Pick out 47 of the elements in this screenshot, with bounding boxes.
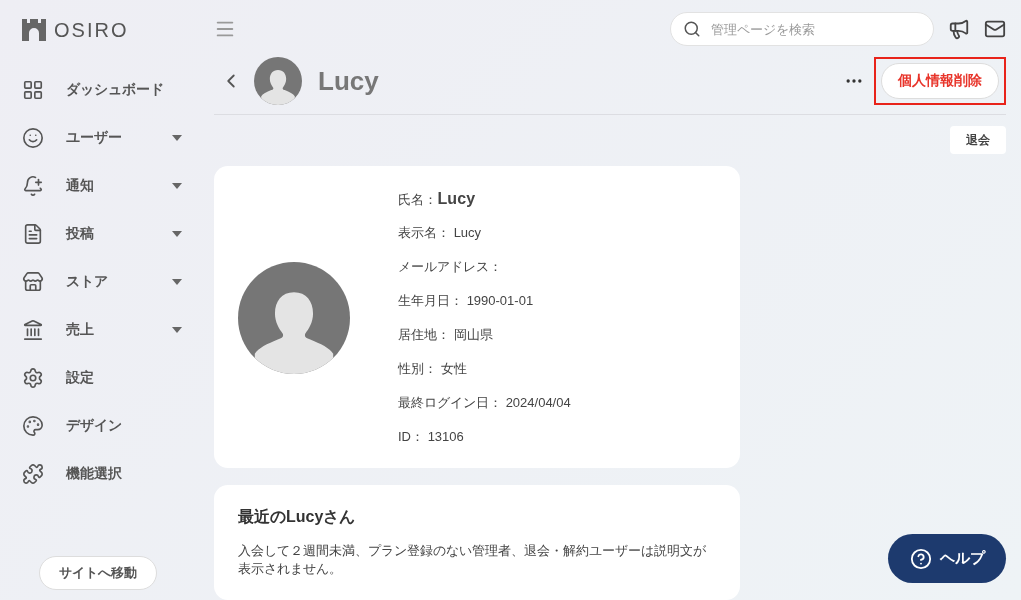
profile-field: メールアドレス：: [398, 256, 571, 278]
help-button[interactable]: ヘルプ: [888, 534, 1006, 583]
visit-site-button[interactable]: サイトへ移動: [39, 556, 157, 590]
megaphone-icon[interactable]: [948, 18, 970, 40]
castle-logo-icon: [22, 19, 46, 41]
profile-field: 氏名：Lucy: [398, 188, 571, 210]
sidebar-item[interactable]: ストア: [22, 258, 210, 306]
puzzle-icon: [22, 463, 44, 485]
caret-icon: [172, 135, 182, 141]
sidebar-item[interactable]: 売上: [22, 306, 210, 354]
mail-icon[interactable]: [984, 18, 1006, 40]
palette-icon: [22, 415, 44, 437]
delete-personal-info-button[interactable]: 個人情報削除: [881, 63, 999, 99]
sidebar-item[interactable]: 機能選択: [22, 450, 210, 498]
bell-icon: [22, 175, 44, 197]
sidebar-item[interactable]: 設定: [22, 354, 210, 402]
sidebar-item[interactable]: ユーザー: [22, 114, 210, 162]
search-bar[interactable]: 管理ページを検索: [670, 12, 934, 46]
caret-icon: [172, 231, 182, 237]
profile-field: 最終ログイン日： 2024/04/04: [398, 392, 571, 414]
sidebar-item[interactable]: ダッシュボード: [22, 66, 210, 114]
document-icon: [22, 223, 44, 245]
user-name: Lucy: [318, 65, 380, 97]
settings-icon: [22, 367, 44, 389]
avatar: [254, 57, 302, 105]
store-icon: [22, 271, 44, 293]
profile-field: ID： 13106: [398, 426, 571, 448]
help-icon: [909, 547, 932, 570]
recent-text: 入会して２週間未満、プラン登録のない管理者、退会・解約ユーザーは説明文が表示されません。: [238, 542, 707, 578]
sidebar-item[interactable]: 投稿: [22, 210, 210, 258]
profile-field: 生年月日： 1990-01-01: [398, 290, 571, 312]
caret-icon: [172, 279, 182, 285]
caret-icon: [172, 327, 182, 333]
search-icon: [683, 20, 701, 38]
withdraw-button[interactable]: 退会: [950, 126, 1006, 154]
profile-field: 表示名： Lucy: [398, 222, 571, 244]
profile-field: 居住地： 岡山県: [398, 324, 571, 346]
logo-text: OSIRO: [54, 18, 129, 42]
recent-title: 最近のLucyさん: [238, 507, 357, 527]
caret-icon: [172, 183, 182, 189]
grid-icon: [22, 79, 44, 101]
profile-field: 性別： 女性: [398, 358, 571, 380]
search-field[interactable]: 管理ページを検索: [709, 20, 921, 38]
sidebar-item[interactable]: デザイン: [22, 402, 210, 450]
bank-icon: [22, 319, 44, 341]
face-icon: [22, 127, 44, 149]
sidebar-item[interactable]: 通知: [22, 162, 210, 210]
